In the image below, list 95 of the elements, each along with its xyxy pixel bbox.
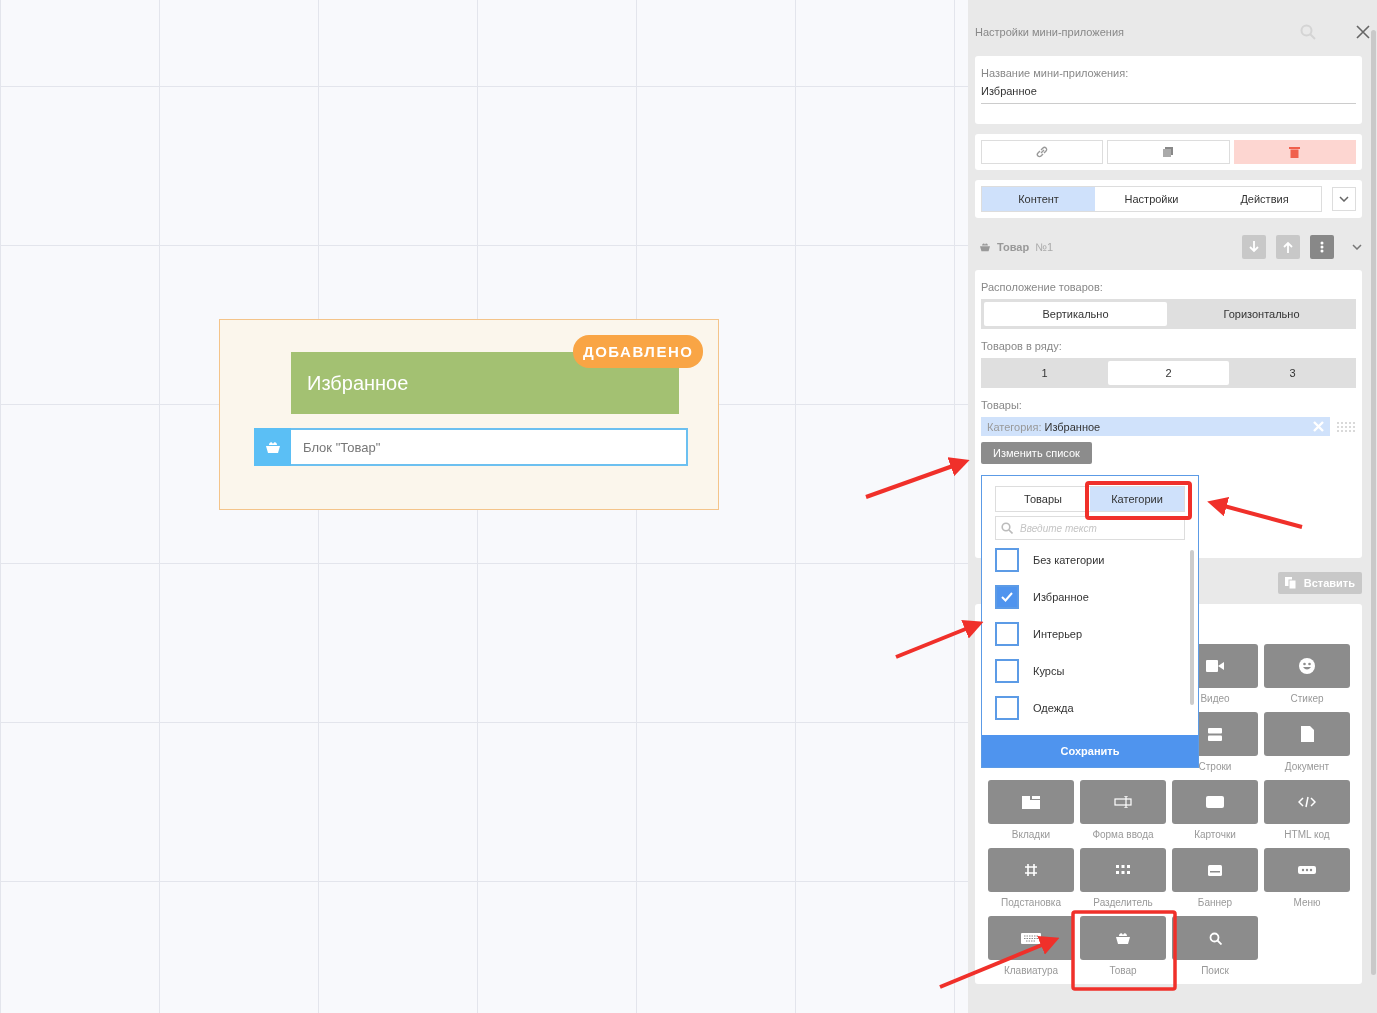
block-title: Товар	[997, 241, 1030, 253]
product-block[interactable]: Блок "Товар"	[291, 428, 688, 466]
block-label: Баннер	[1197, 897, 1233, 908]
block-label: Карточки	[1194, 829, 1236, 840]
checkbox[interactable]	[995, 622, 1019, 646]
checkbox[interactable]	[995, 696, 1019, 720]
product-icon	[254, 428, 291, 466]
field-label: Товары:	[981, 399, 1023, 411]
category-label: Без категории	[1033, 554, 1105, 566]
block-label: Строки	[1198, 761, 1232, 772]
segment-option[interactable]: 3	[1232, 361, 1353, 385]
move-down-button[interactable]	[1242, 235, 1266, 259]
drag-handle-icon[interactable]	[1336, 420, 1356, 433]
block-tile[interactable]	[1264, 712, 1350, 756]
block-tile[interactable]	[1172, 916, 1258, 960]
block-tile[interactable]	[1080, 916, 1166, 960]
chevron-icon[interactable]	[1352, 244, 1362, 250]
block-tile[interactable]	[1080, 780, 1166, 824]
block-tile[interactable]	[1264, 780, 1350, 824]
camera-icon	[1206, 660, 1224, 672]
segment-option[interactable]: 2	[1108, 361, 1229, 385]
chevron-icon	[1339, 196, 1349, 202]
block-label: Документ	[1284, 761, 1330, 772]
checkbox[interactable]	[995, 659, 1019, 683]
checkbox[interactable]	[995, 585, 1019, 609]
segment-option[interactable]: Вертикально	[984, 302, 1167, 326]
checkbox[interactable]	[995, 548, 1019, 572]
move-up-button[interactable]	[1276, 235, 1300, 259]
block-label: Видео	[1200, 693, 1230, 704]
text-input-icon	[1114, 796, 1132, 808]
panel-title: Настройки мини-приложения	[975, 26, 1125, 38]
block-tile[interactable]	[988, 780, 1074, 824]
hash-icon	[1025, 864, 1037, 876]
block-label: Подстановка	[1001, 897, 1061, 908]
segment-option[interactable]: 1	[984, 361, 1105, 385]
search-field[interactable]: Введите текст	[995, 516, 1185, 540]
block-tile[interactable]	[1080, 848, 1166, 892]
tabs-icon	[1022, 795, 1040, 809]
link-icon	[1036, 146, 1049, 158]
block-label: Стикер	[1290, 693, 1324, 704]
arrow-up-icon	[1283, 241, 1293, 253]
smiley-icon	[1299, 658, 1315, 674]
category-label: Интерьер	[1033, 628, 1083, 640]
delete-button[interactable]	[1233, 140, 1356, 164]
block-tile[interactable]	[1264, 644, 1350, 688]
menu-dots-icon	[1298, 866, 1316, 874]
product-icon	[1115, 931, 1131, 945]
tab[interactable]: Контент	[982, 187, 1095, 211]
segment-option[interactable]: Горизонтально	[1170, 302, 1353, 326]
rows-icon	[1208, 727, 1222, 741]
block-tile[interactable]	[1172, 780, 1258, 824]
keyboard-icon	[1021, 932, 1041, 944]
block-tile[interactable]	[1264, 848, 1350, 892]
more-button[interactable]	[1310, 235, 1334, 259]
scrollbar[interactable]	[1190, 550, 1194, 705]
document-icon	[1300, 726, 1314, 742]
more-icon	[1320, 241, 1324, 253]
chip-value: Избранное	[1044, 420, 1101, 433]
block-label: Форма ввода	[1092, 829, 1154, 840]
card-icon	[1206, 796, 1224, 808]
tab[interactable]: Категории	[1090, 487, 1184, 511]
arrow-down-icon	[1249, 241, 1259, 253]
copy-icon	[1162, 146, 1175, 158]
grid-dots-icon	[1116, 865, 1130, 875]
collapse-button[interactable]	[1332, 187, 1356, 211]
search-icon	[1001, 522, 1013, 534]
block-tile[interactable]	[1172, 848, 1258, 892]
trash-icon	[1289, 146, 1301, 158]
product-icon	[979, 242, 991, 252]
block-label: Товар	[1109, 965, 1137, 976]
category-label: Избранное	[1033, 591, 1089, 603]
field-label: Название мини-приложения:	[981, 67, 1130, 79]
block-label: Клавиатура	[1003, 965, 1059, 976]
banner-icon	[1208, 864, 1222, 876]
block-label: Поиск	[1201, 965, 1229, 976]
block-tile[interactable]	[988, 848, 1074, 892]
close-icon[interactable]	[1356, 25, 1370, 39]
block-label: Меню	[1293, 897, 1321, 908]
block-label: Разделитель	[1093, 897, 1153, 908]
copy-icon	[1284, 577, 1296, 589]
block-label: Вкладки	[1011, 829, 1051, 840]
category-label: Курсы	[1033, 665, 1065, 677]
search-icon	[1208, 931, 1222, 945]
added-badge: ДОБАВЛЕНО	[573, 335, 704, 368]
name-field[interactable]: Избранное	[981, 85, 1356, 104]
scrollbar[interactable]	[1371, 30, 1376, 975]
category-label: Одежда	[1033, 702, 1074, 714]
code-icon	[1298, 796, 1316, 808]
check-icon	[1001, 592, 1013, 602]
field-label: Товаров в ряду:	[981, 340, 1063, 352]
field-label: Расположение товаров:	[981, 281, 1104, 293]
chip-prefix: Категория:	[987, 420, 1042, 433]
copy-button[interactable]	[1107, 140, 1230, 164]
block-number: №1	[1035, 241, 1054, 253]
block-label: HTML код	[1284, 829, 1330, 840]
